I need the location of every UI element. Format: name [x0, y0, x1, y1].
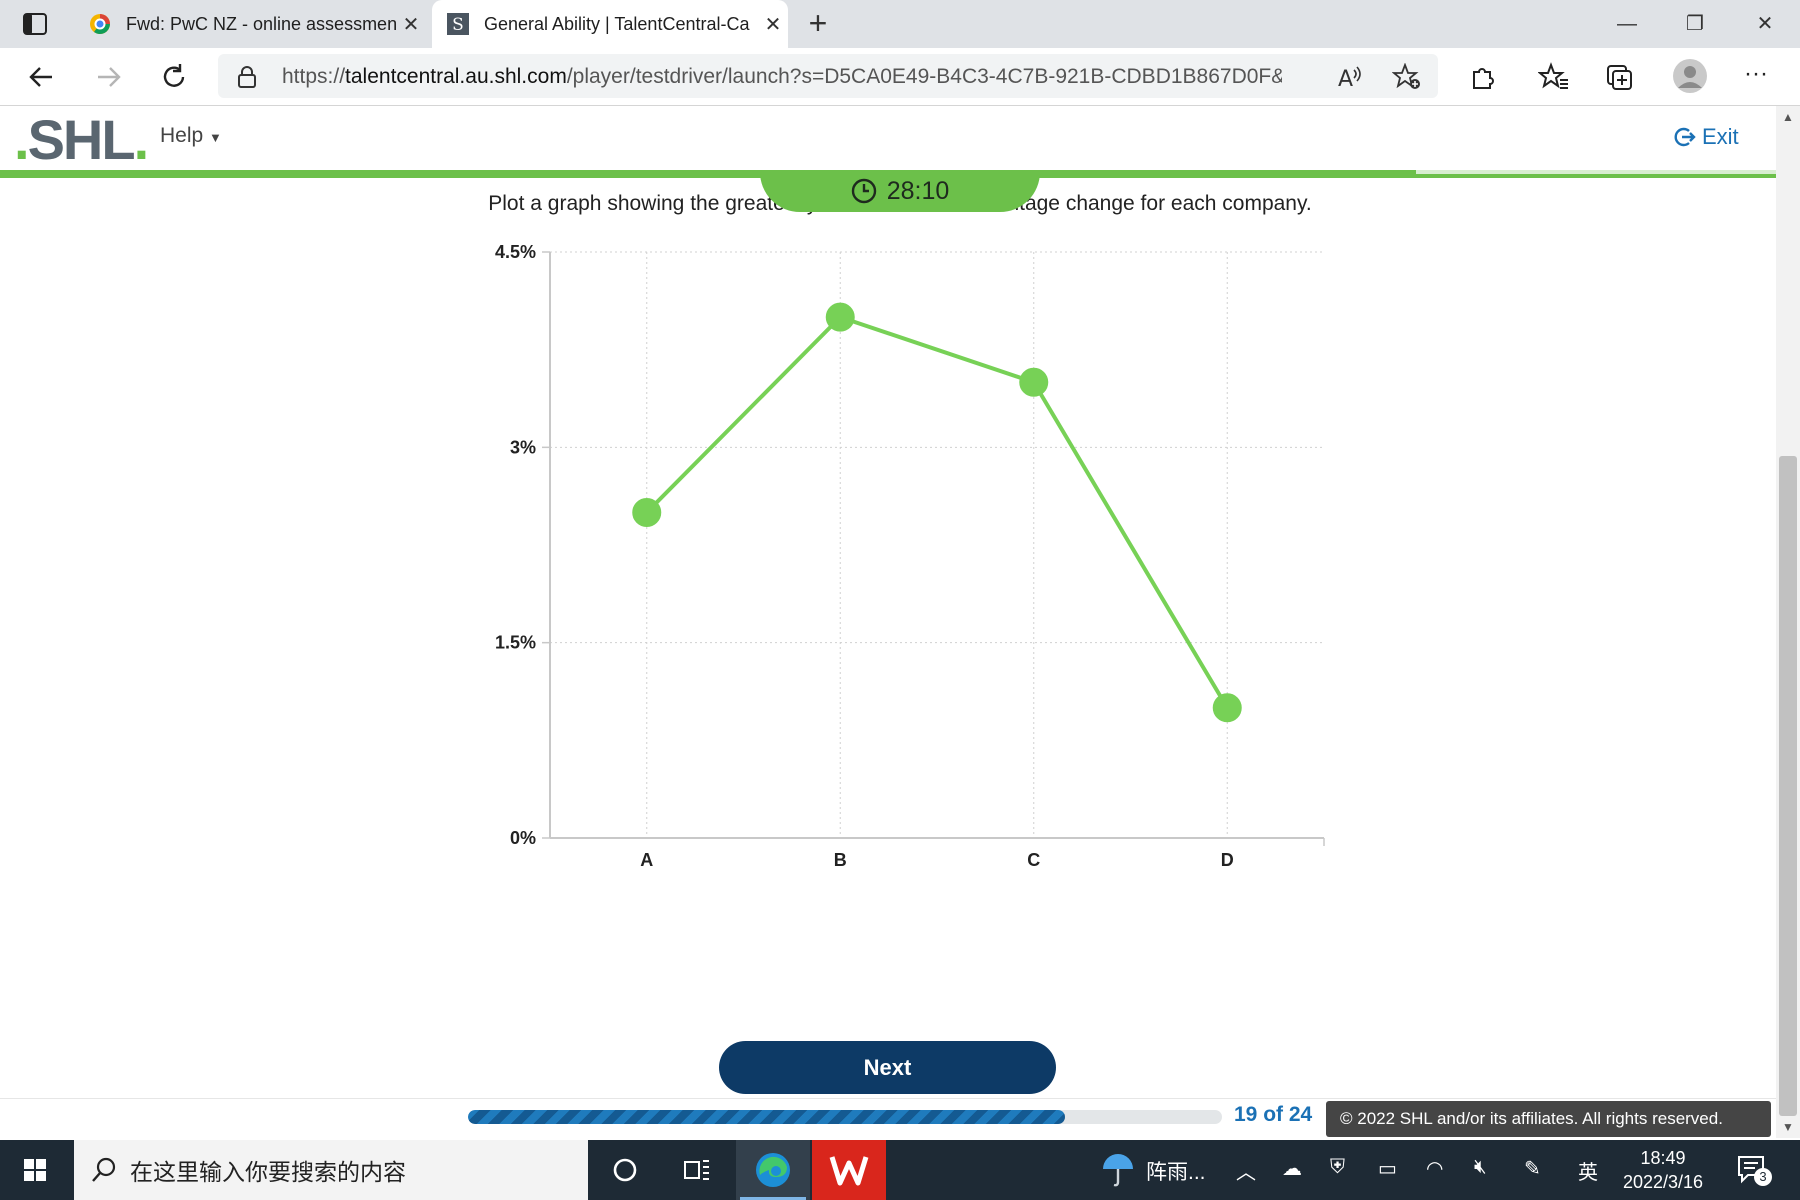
- refresh-icon[interactable]: [158, 62, 190, 92]
- close-tab-icon[interactable]: ✕: [758, 12, 788, 37]
- header-accent-bar-light: [1416, 170, 1776, 174]
- scroll-up-icon[interactable]: ▲: [1780, 110, 1796, 126]
- exit-label: Exit: [1702, 124, 1739, 149]
- svg-text:S: S: [452, 15, 464, 35]
- volume-muted-icon[interactable]: 🔇︎: [1474, 1156, 1487, 1179]
- clock-date: 2022/3/16: [1622, 1172, 1704, 1192]
- help-menu[interactable]: Help ▼: [160, 124, 222, 148]
- new-tab-button[interactable]: +: [800, 6, 836, 42]
- notifications-icon[interactable]: 3: [1736, 1154, 1772, 1191]
- tab-title: General Ability | TalentCentral-Ca: [484, 13, 750, 34]
- tab-fwd-pwc[interactable]: Fwd: PwC NZ - online assessmen ✕: [74, 0, 426, 48]
- footer-divider: [0, 1098, 1776, 1099]
- tab-general-ability[interactable]: S General Ability | TalentCentral-Ca ✕: [432, 0, 788, 48]
- task-view-icon[interactable]: [660, 1140, 734, 1200]
- caret-down-icon: ▼: [209, 130, 222, 145]
- battery-icon[interactable]: ▭: [1378, 1156, 1397, 1181]
- next-button[interactable]: Next: [719, 1041, 1056, 1094]
- logo-text: SHL: [27, 108, 136, 171]
- progress-label: 19 of 24: [1234, 1103, 1313, 1126]
- scroll-down-icon[interactable]: ▼: [1780, 1120, 1796, 1136]
- shl-favicon-icon: S: [447, 13, 469, 35]
- extensions-icon[interactable]: [1466, 62, 1498, 92]
- y-tick-label: 4.5%: [495, 242, 536, 262]
- pen-icon[interactable]: ✎: [1524, 1156, 1541, 1181]
- tab-actions-icon[interactable]: [22, 12, 48, 36]
- x-tick-label: B: [834, 850, 847, 870]
- y-tick-label: 1.5%: [495, 633, 536, 653]
- app-header: .SHL. Help ▼ Exit: [0, 106, 1776, 170]
- ime-indicator[interactable]: 英: [1578, 1156, 1598, 1185]
- progress-bar-fill: [468, 1110, 1066, 1124]
- mail-favicon-icon: [90, 14, 110, 34]
- data-point-b[interactable]: [825, 302, 855, 332]
- x-tick-label: D: [1221, 850, 1234, 870]
- browser-tab-strip: Fwd: PwC NZ - online assessmen ✕ S Gener…: [0, 0, 1800, 48]
- clock-icon: [851, 178, 876, 204]
- y-tick-label: 3%: [510, 437, 536, 457]
- data-point-c[interactable]: [1019, 367, 1049, 397]
- close-tab-icon[interactable]: ✕: [396, 12, 426, 37]
- svg-text:A: A: [1338, 67, 1353, 90]
- favorites-icon[interactable]: [1538, 62, 1570, 92]
- tab-title: Fwd: PwC NZ - online assessmen: [126, 13, 396, 34]
- security-icon[interactable]: ⛨: [1330, 1156, 1345, 1179]
- restore-icon[interactable]: ❐: [1672, 8, 1718, 40]
- url-domain: talentcentral.au.shl.com: [345, 65, 567, 88]
- scrollbar-thumb[interactable]: [1779, 456, 1797, 1116]
- cortana-icon[interactable]: [588, 1140, 662, 1200]
- edge-browser-icon[interactable]: [736, 1140, 810, 1200]
- exit-button[interactable]: Exit: [1672, 124, 1739, 150]
- y-tick-label: 0%: [510, 828, 536, 848]
- onedrive-icon[interactable]: ☁: [1282, 1156, 1302, 1181]
- x-tick-label: A: [640, 850, 653, 870]
- taskbar-clock[interactable]: 18:49 2022/3/16: [1608, 1146, 1718, 1194]
- forward-icon[interactable]: [92, 62, 124, 92]
- question-text-end: ntage change for each company.: [1007, 192, 1312, 215]
- notification-count-badge: 3: [1754, 1168, 1772, 1186]
- windows-start-icon[interactable]: [0, 1140, 72, 1200]
- read-aloud-icon[interactable]: A: [1336, 64, 1364, 90]
- shl-logo: .SHL.: [14, 108, 149, 171]
- data-point-d[interactable]: [1212, 693, 1242, 723]
- exit-icon: [1674, 127, 1696, 147]
- timer: 28:10: [760, 170, 1040, 212]
- url-path: /player/testdriver/launch?s=D5CA0E49-B4C…: [566, 65, 1282, 88]
- back-icon[interactable]: [26, 62, 58, 92]
- profile-avatar-icon[interactable]: [1672, 58, 1708, 94]
- help-label: Help: [160, 124, 204, 147]
- address-bar[interactable]: https://talentcentral.au.shl.com/player/…: [218, 54, 1438, 98]
- series-line: [645, 315, 1229, 709]
- wifi-icon[interactable]: ◠: [1426, 1156, 1443, 1181]
- minimize-icon[interactable]: —: [1604, 8, 1650, 40]
- line-chart[interactable]: 0% 1.5% 3% 4.5% A B C D: [470, 238, 1340, 878]
- search-icon: [92, 1157, 116, 1182]
- weather-text[interactable]: 阵雨...: [1146, 1156, 1206, 1186]
- url-prefix: https://: [282, 65, 346, 88]
- show-hidden-icons-icon[interactable]: ︿: [1236, 1156, 1256, 1185]
- x-tick-label: C: [1027, 850, 1040, 870]
- collections-icon[interactable]: [1604, 62, 1636, 92]
- close-window-icon[interactable]: ✕: [1742, 8, 1788, 40]
- lock-icon[interactable]: [236, 65, 258, 89]
- taskbar-search-box[interactable]: 在这里输入你要搜索的内容: [74, 1140, 588, 1200]
- clock-time: 18:49: [1640, 1148, 1686, 1168]
- more-options-icon[interactable]: ···: [1744, 60, 1768, 88]
- wps-office-icon[interactable]: [812, 1140, 886, 1200]
- data-point-a[interactable]: [632, 497, 662, 527]
- search-placeholder: 在这里输入你要搜索的内容: [130, 1159, 406, 1185]
- timer-value: 28:10: [886, 176, 950, 205]
- umbrella-weather-icon[interactable]: [1100, 1152, 1136, 1193]
- browser-toolbar: https://talentcentral.au.shl.com/player/…: [0, 48, 1800, 106]
- progress-bar: [468, 1110, 1222, 1124]
- copyright-notice: © 2022 SHL and/or its affiliates. All ri…: [1326, 1101, 1771, 1137]
- add-favorite-icon[interactable]: [1392, 63, 1422, 91]
- url-text: https://talentcentral.au.shl.com/player/…: [282, 65, 1282, 89]
- windows-taskbar: 在这里输入你要搜索的内容 阵雨... ︿ ☁ ⛨ ▭ ◠ 🔇︎ ✎ 英 18:4…: [0, 1140, 1800, 1200]
